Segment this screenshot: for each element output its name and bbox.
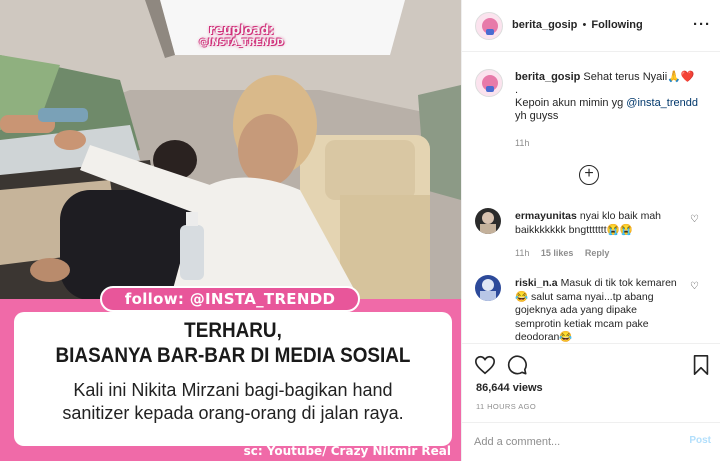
reupload-watermark: reupload: @INSTA_TRENDD (199, 24, 284, 50)
comments-section: berita_gosip Sehat terus Nyaii🙏❤️ . Kepoi… (462, 53, 720, 343)
caption-avatar[interactable] (475, 69, 503, 97)
media-headline: TERHARU, BIASANYA BAR-BAR DI MEDIA SOSIA… (36, 318, 430, 368)
post-media[interactable]: reupload: @INSTA_TRENDD follow: @INSTA_T… (0, 0, 461, 461)
caption-line-4: yh guyss (515, 110, 559, 122)
following-button[interactable]: Following (591, 19, 642, 31)
comment-avatar[interactable] (475, 275, 501, 301)
post-panel: berita_gosip • Following ··· berita_gosi… (461, 0, 720, 461)
media-subtext: Kali ini Nikita Mirzani bagi-bagikan han… (14, 379, 452, 425)
header-text: berita_gosip • Following (512, 19, 643, 31)
heart-icon[interactable] (474, 354, 496, 376)
bookmark-icon[interactable] (690, 354, 712, 376)
header-username[interactable]: berita_gosip (512, 19, 577, 31)
comment-text: ermayunitas nyai klo baik mah baikkkkkkk … (515, 210, 685, 237)
caption-time: 11h (515, 138, 530, 148)
caption-mention-link[interactable]: @insta_trendd (626, 97, 698, 109)
post-caption: berita_gosip Sehat terus Nyaii🙏❤️ . Kepoi… (515, 71, 705, 123)
headline-line-2: BIASANYA BAR-BAR DI MEDIA SOSIAL (55, 344, 411, 367)
post-actions: 86,644 views 11 HOURS AGO (462, 343, 720, 423)
avatar[interactable] (475, 12, 503, 40)
watermark-handle: @INSTA_TRENDD (199, 38, 284, 48)
header-separator: • (582, 19, 587, 31)
comment-likes[interactable]: 15 likes (541, 248, 574, 258)
media-source: sc: Youtube/ Crazy Nikmir Real (243, 444, 451, 458)
add-comment-bar: Post (462, 422, 720, 461)
comment-time: 11h (515, 248, 530, 258)
caption-username[interactable]: berita_gosip (515, 71, 580, 83)
post-button[interactable]: Post (689, 435, 711, 446)
comment-username[interactable]: riski_n.a (515, 277, 558, 289)
watermark-label: reupload: (208, 23, 274, 37)
comment-input[interactable] (474, 432, 674, 452)
comment-like-icon[interactable]: ♡ (690, 281, 699, 292)
follow-banner: follow: @INSTA_TRENDD (100, 286, 360, 312)
post-header: berita_gosip • Following ··· (462, 0, 720, 52)
headline-line-1: TERHARU, (184, 319, 282, 342)
comment-username[interactable]: ermayunitas (515, 210, 577, 222)
posted-time: 11 HOURS AGO (476, 402, 537, 411)
subtext-line-2: sanitizer kepada orang-orang di jalan ra… (62, 403, 404, 423)
caption-line-3: Kepoin akun mimin yg (515, 97, 627, 109)
view-count[interactable]: 86,644 views (476, 382, 543, 394)
subtext-line-1: Kali ini Nikita Mirzani bagi-bagikan han… (73, 380, 393, 400)
load-more-comments-icon[interactable]: + (579, 165, 599, 185)
comment-meta: 11h 15 likes Reply (515, 248, 618, 258)
comment-icon[interactable] (506, 354, 528, 376)
comment-like-icon[interactable]: ♡ (690, 214, 699, 225)
comment-text: riski_n.a Masuk di tik tok kemaren😂 salut… (515, 277, 685, 343)
caption-line-1: Sehat terus Nyaii🙏❤️ (583, 71, 695, 83)
more-horizontal-icon[interactable]: ··· (693, 16, 711, 33)
caption-dot: . (515, 84, 519, 96)
comment-reply-button[interactable]: Reply (585, 248, 610, 258)
comment-avatar[interactable] (475, 208, 501, 234)
